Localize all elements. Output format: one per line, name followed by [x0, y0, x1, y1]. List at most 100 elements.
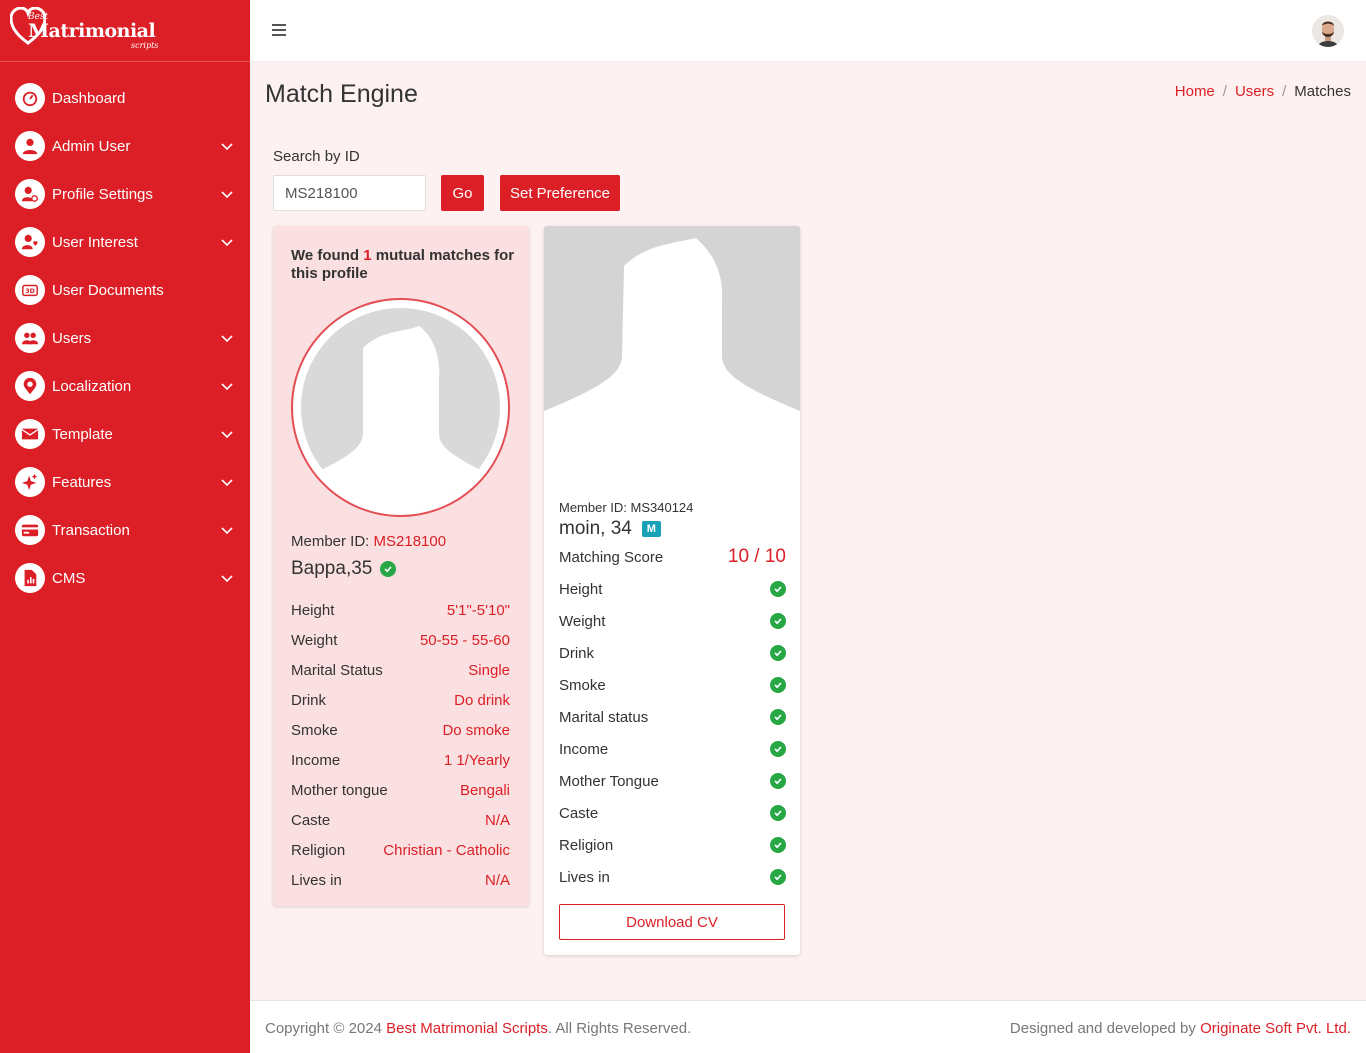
detail-row: Weight 50-55 - 55-60	[291, 625, 510, 655]
sidebar-item-user-documents[interactable]: 3D User Documents	[0, 266, 250, 314]
breadcrumb-home[interactable]: Home	[1175, 83, 1215, 100]
detail-row: Height 5'1"-5'10"	[291, 595, 510, 625]
designer-credit: Designed and developed by Originate Soft…	[1010, 1020, 1351, 1037]
member-id-value[interactable]: MS218100	[374, 533, 447, 550]
profile-name-row: Bappa,35	[291, 558, 397, 580]
match-name-row: moin, 34 M	[559, 518, 661, 540]
profile-name: Bappa,35	[291, 558, 373, 579]
detail-value: 5'1"-5'10"	[446, 601, 510, 619]
avatar[interactable]	[1312, 15, 1344, 47]
criteria-row: Caste	[559, 797, 786, 829]
detail-row: Lives in N/A	[291, 865, 510, 895]
match-photo[interactable]	[544, 226, 800, 466]
sidebar-item-label: Admin User	[52, 137, 131, 155]
download-cv-button[interactable]: Download CV	[559, 904, 785, 940]
criteria-row: Drink	[559, 637, 786, 669]
file-chart-icon	[15, 563, 45, 593]
detail-label: Mother tongue	[291, 781, 388, 799]
location-pin-icon	[15, 371, 45, 401]
detail-label: Religion	[291, 841, 346, 859]
match-name: moin, 34	[559, 518, 632, 539]
check-circle-icon	[770, 613, 786, 629]
check-circle-icon	[770, 773, 786, 789]
detail-value: Do smoke	[442, 721, 510, 739]
user-silhouette-icon	[544, 238, 800, 466]
sidebar-item-dashboard[interactable]: Dashboard	[0, 74, 250, 122]
matching-score-value: 10 / 10	[727, 546, 786, 567]
detail-value: N/A	[484, 871, 510, 889]
criteria-label: Weight	[559, 612, 606, 630]
check-circle-icon	[770, 837, 786, 853]
sidebar-item-cms[interactable]: CMS	[0, 554, 250, 602]
match-criteria: Height Weight Drink Smoke Marital status…	[559, 573, 786, 893]
envelope-icon	[15, 419, 45, 449]
check-circle-icon	[770, 709, 786, 725]
check-circle-icon	[770, 741, 786, 757]
svg-text:3D: 3D	[25, 288, 35, 295]
sidebar-item-admin-user[interactable]: Admin User	[0, 122, 250, 170]
check-circle-icon	[770, 581, 786, 597]
criteria-label: Height	[559, 580, 603, 598]
chevron-down-icon	[221, 239, 233, 247]
sidebar-item-label: Localization	[52, 377, 132, 395]
set-preference-button[interactable]: Set Preference	[500, 175, 620, 211]
sidebar-item-label: Features	[52, 473, 112, 491]
sidebar-item-label: Profile Settings	[52, 185, 153, 203]
page-title: Match Engine	[265, 80, 418, 108]
go-button[interactable]: Go	[441, 175, 484, 211]
sidebar-item-user-interest[interactable]: User Interest	[0, 218, 250, 266]
sidebar-item-label: Transaction	[52, 521, 130, 539]
criteria-row: Income	[559, 733, 786, 765]
detail-label: Marital Status	[291, 661, 383, 679]
matching-score-row: Matching Score 10 / 10	[559, 546, 786, 568]
chevron-down-icon	[221, 191, 233, 199]
chevron-down-icon	[221, 575, 233, 583]
membership-badge: M	[641, 521, 661, 537]
search-label: Search by ID	[273, 148, 360, 165]
copyright-link[interactable]: Best Matrimonial Scripts	[386, 1020, 548, 1037]
sidebar-item-label: User Documents	[52, 281, 164, 299]
criteria-row: Religion	[559, 829, 786, 861]
detail-value: Do drink	[454, 691, 510, 709]
copyright-suffix: . All Rights Reserved.	[547, 1020, 692, 1037]
copyright-prefix: Copyright © 2024	[265, 1020, 387, 1037]
designer-link[interactable]: Originate Soft Pvt. Ltd.	[1200, 1020, 1351, 1037]
criteria-label: Smoke	[559, 676, 606, 694]
detail-value: Christian - Catholic	[383, 841, 510, 859]
match-member-id: Member ID: MS340124	[559, 500, 694, 515]
criteria-label: Religion	[559, 836, 614, 854]
breadcrumb-users[interactable]: Users	[1235, 83, 1274, 100]
search-id-input[interactable]	[273, 175, 426, 211]
sidebar-item-label: Template	[52, 425, 113, 443]
brand-sub: scripts	[131, 41, 159, 50]
detail-row: Income 1 1/Yearly	[291, 745, 510, 775]
sidebar-item-features[interactable]: Features	[0, 458, 250, 506]
detail-value: 50-55 - 55-60	[419, 631, 510, 649]
brand-logo[interactable]: Best Matrimonial scripts	[0, 0, 250, 62]
sidebar-item-profile-settings[interactable]: Profile Settings	[0, 170, 250, 218]
match-count: 1	[363, 247, 372, 264]
detail-label: Income	[291, 751, 341, 769]
sidebar-item-localization[interactable]: Localization	[0, 362, 250, 410]
copyright: Copyright © 2024 Best Matrimonial Script…	[265, 1020, 691, 1037]
user-cog-icon	[15, 179, 45, 209]
breadcrumb: Home / Users / Matches	[1175, 83, 1351, 100]
user-avatar-icon	[1312, 15, 1344, 47]
sidebar-item-label: Dashboard	[52, 89, 126, 107]
hamburger-menu-icon[interactable]	[272, 24, 286, 38]
detail-label: Lives in	[291, 871, 342, 889]
detail-row: Drink Do drink	[291, 685, 510, 715]
criteria-row: Height	[559, 573, 786, 605]
chevron-down-icon	[221, 431, 233, 439]
users-icon	[15, 323, 45, 353]
3d-document-icon: 3D	[15, 275, 45, 305]
criteria-row: Smoke	[559, 669, 786, 701]
profile-photo-frame	[291, 298, 510, 517]
profile-card: We found 1 mutual matches for this profi…	[273, 226, 529, 906]
detail-row: Marital Status Single	[291, 655, 510, 685]
sidebar-item-template[interactable]: Template	[0, 410, 250, 458]
breadcrumb-separator: /	[1222, 83, 1227, 100]
sidebar-item-users[interactable]: Users	[0, 314, 250, 362]
check-circle-icon	[770, 645, 786, 661]
sidebar-item-transaction[interactable]: Transaction	[0, 506, 250, 554]
